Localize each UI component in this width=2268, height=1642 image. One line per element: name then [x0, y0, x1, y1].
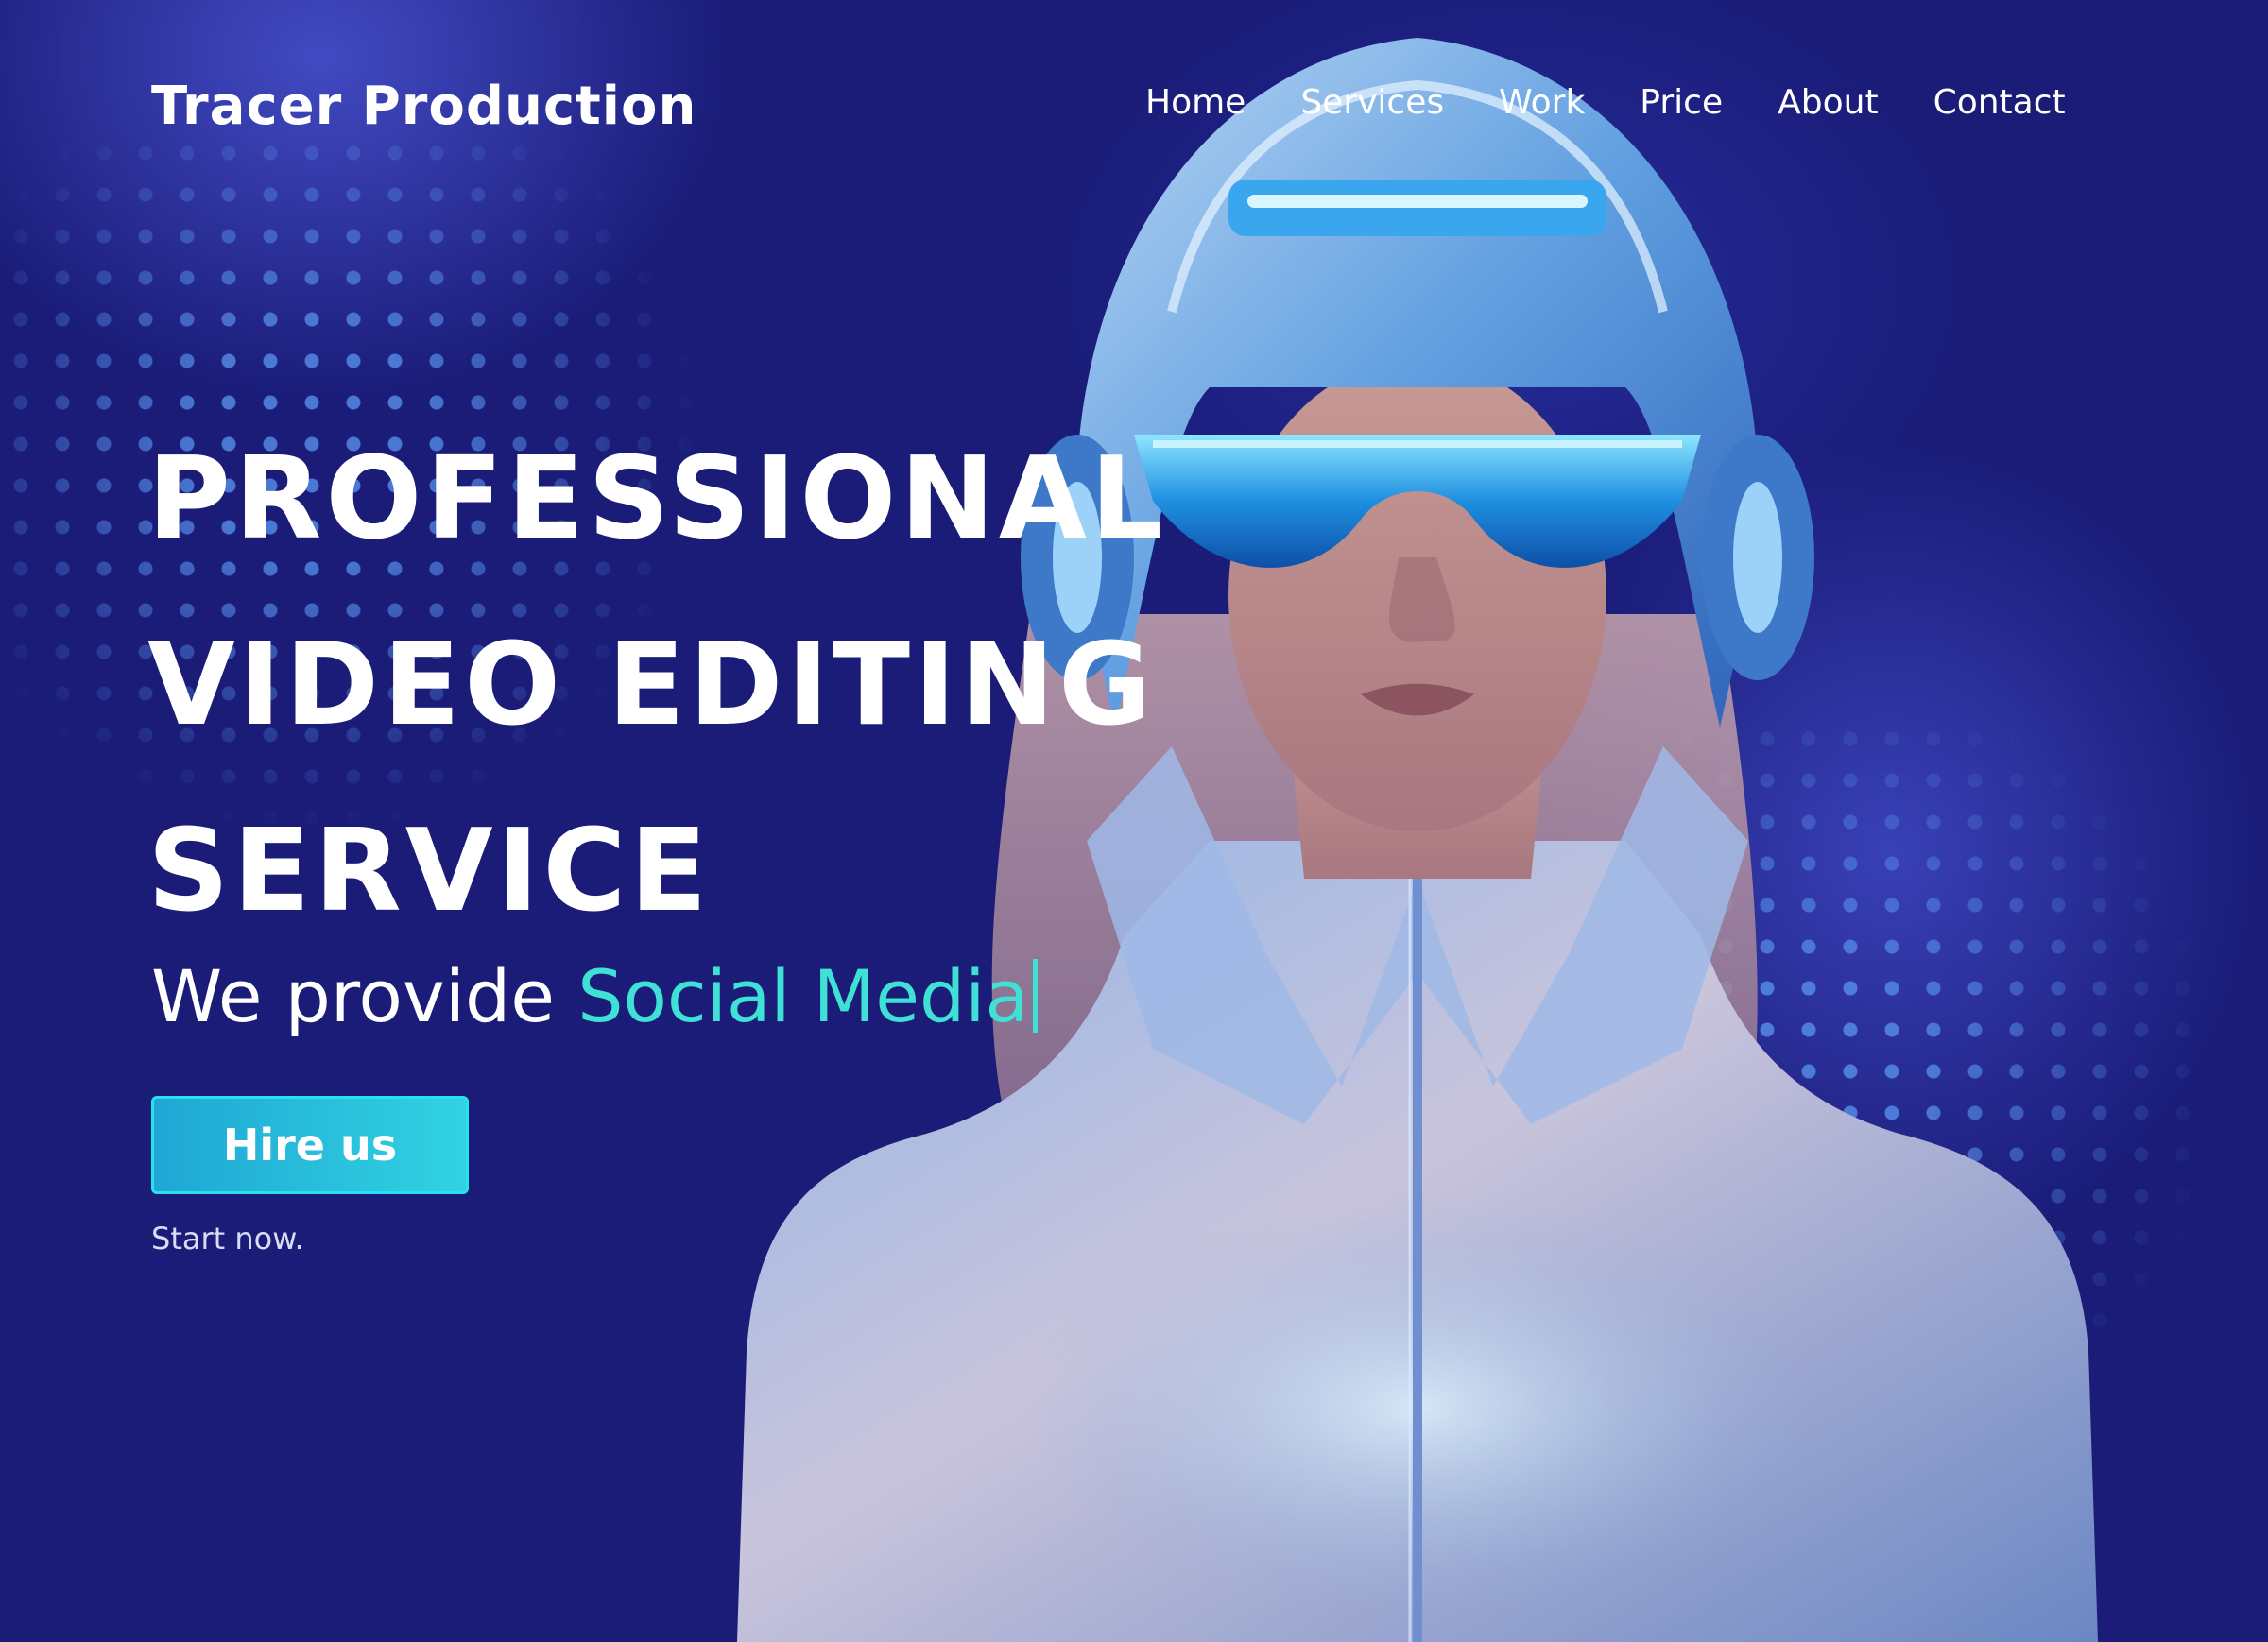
- hero-page: Tracer Production Home Services Work Pri…: [0, 0, 2268, 1642]
- main-nav: Home Services Work Price About Contact: [1145, 83, 2066, 122]
- typing-caret: [1032, 959, 1038, 1033]
- nav-about[interactable]: About: [1778, 83, 1878, 122]
- tagline-prefix: We provide: [151, 954, 578, 1038]
- headline-line-3: SERVICE: [147, 806, 712, 937]
- nav-price[interactable]: Price: [1640, 83, 1723, 122]
- hire-us-button[interactable]: Hire us: [151, 1096, 469, 1194]
- hero-tagline: We provide Social Media: [151, 954, 1038, 1038]
- tagline-highlight: Social Media: [577, 954, 1029, 1038]
- nav-home[interactable]: Home: [1145, 83, 1246, 122]
- headline-line-1: PROFESSIONAL: [147, 434, 1167, 565]
- hero-headline: PROFESSIONAL VIDEO EDITING SERVICE: [147, 406, 1166, 965]
- nav-services[interactable]: Services: [1300, 83, 1444, 122]
- nav-contact[interactable]: Contact: [1933, 83, 2066, 122]
- headline-line-2: VIDEO EDITING: [147, 620, 1156, 751]
- start-now-note: Start now.: [151, 1221, 304, 1257]
- nav-work[interactable]: Work: [1499, 83, 1585, 122]
- brand-logo[interactable]: Tracer Production: [151, 76, 696, 137]
